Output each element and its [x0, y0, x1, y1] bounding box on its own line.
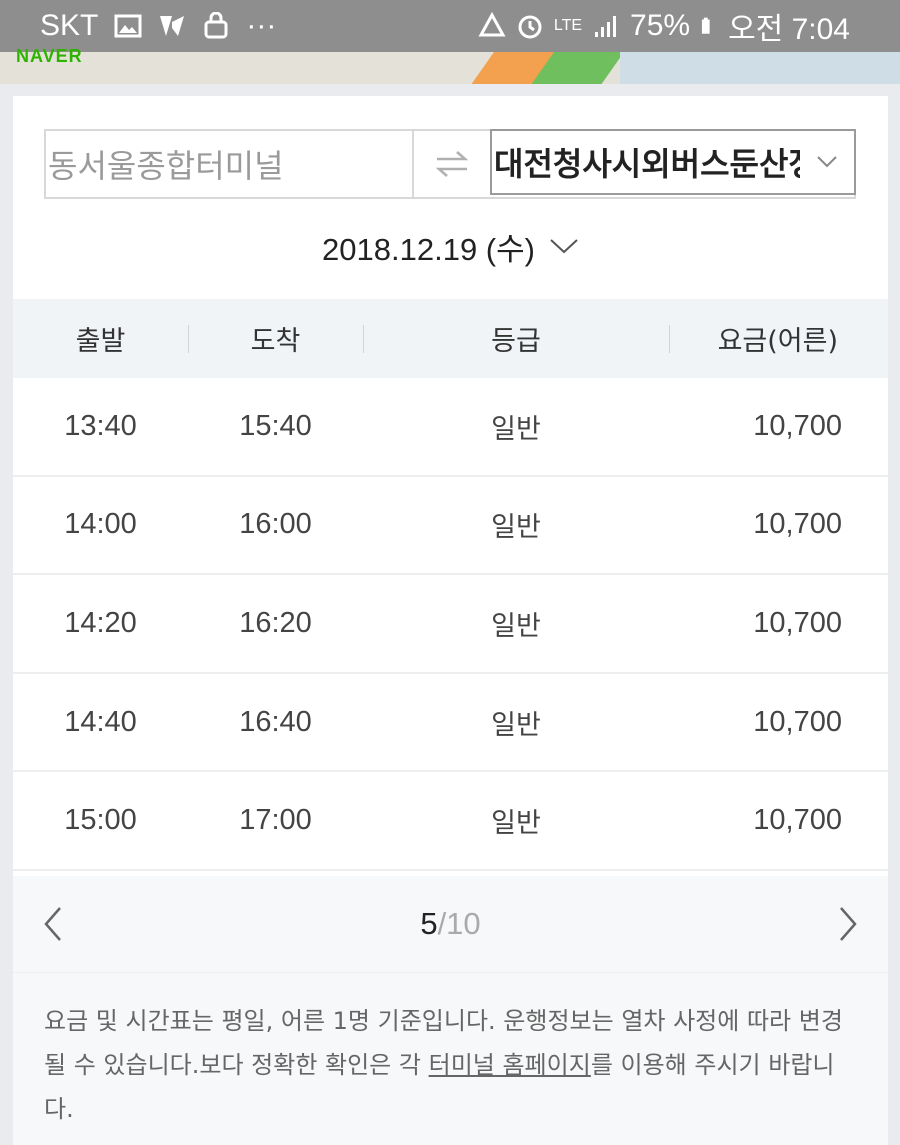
table-row: 14:00 16:00 일반 10,700	[13, 477, 888, 576]
bus-timetable-card: 동서울종합터미널 대전청사시외버스둔산정 2018.12.19 (수) 출발 도…	[13, 96, 888, 1145]
chevron-left-icon	[44, 907, 61, 941]
arrival-terminal-value: 대전청사시외버스둔산정	[494, 145, 800, 183]
header-arrival: 도착	[188, 299, 363, 378]
arrival-time: 17:00	[239, 804, 312, 837]
page-indicator: 5/10	[93, 906, 808, 942]
header-grade: 등급	[363, 299, 669, 378]
table-header: 출발 도착 등급 요금(어른)	[13, 299, 888, 378]
table-row: 13:40 15:40 일반 10,700	[13, 378, 888, 477]
arrival-terminal-select[interactable]: 대전청사시외버스둔산정	[490, 129, 856, 195]
current-page: 5	[420, 906, 438, 941]
alarm-icon	[518, 15, 542, 39]
signal-icon	[595, 16, 617, 37]
clock: 오전 7:04	[728, 13, 850, 46]
more-notifications-icon: ···	[246, 9, 277, 42]
fare: 10,700	[753, 409, 842, 442]
departure-time: 14:40	[64, 705, 137, 738]
data-saver-icon	[478, 12, 506, 37]
departure-time: 13:40	[64, 409, 137, 442]
arrival-time: 16:40	[239, 705, 312, 738]
swap-icon	[435, 151, 469, 177]
battery-percent: 75%	[630, 9, 691, 42]
arrival-time: 15:40	[239, 409, 312, 442]
swap-route-button[interactable]	[414, 131, 490, 197]
departure-terminal-field[interactable]: 동서울종합터미널	[46, 131, 414, 197]
date-selector[interactable]: 2018.12.19 (수)	[13, 224, 888, 268]
table-row: 14:40 16:40 일반 10,700	[13, 674, 888, 773]
status-bar: SKT ··· LTE 75% 오전 7:04	[0, 0, 900, 52]
pagination: 5/10	[13, 876, 888, 972]
timetable-notice: 요금 및 시간표는 평일, 어른 1명 기준입니다. 운행정보는 열차 사정에 …	[13, 972, 888, 1145]
header-arrival-label: 도착	[250, 326, 301, 357]
fare: 10,700	[753, 804, 842, 837]
column-divider	[188, 325, 189, 353]
route-selector: 동서울종합터미널 대전청사시외버스둔산정	[44, 129, 856, 199]
header-fare: 요금(어른)	[669, 299, 888, 378]
arrival-time: 16:20	[239, 606, 312, 639]
bus-grade: 일반	[491, 512, 541, 544]
departure-time: 14:20	[64, 606, 137, 639]
battery-icon	[701, 17, 710, 34]
header-departure: 출발	[75, 326, 126, 357]
table-row: 15:00 17:00 일반 10,700	[13, 772, 888, 871]
v3-app-icon	[160, 16, 185, 36]
timetable-rows: 13:40 15:40 일반 10,700 14:00 16:00 일반 10,…	[13, 378, 888, 871]
bus-grade: 일반	[491, 610, 541, 642]
column-divider	[669, 325, 670, 353]
header-grade-label: 등급	[491, 326, 541, 357]
terminal-homepage-link[interactable]: 터미널 홈페이지	[429, 1051, 591, 1079]
total-pages: /10	[437, 906, 481, 941]
chevron-down-icon	[800, 155, 854, 169]
previous-page-button[interactable]	[13, 876, 93, 972]
table-row: 14:20 16:20 일반 10,700	[13, 575, 888, 674]
shopping-bag-icon	[204, 12, 228, 39]
departure-time: 15:00	[64, 804, 137, 837]
carrier-label: SKT	[40, 9, 99, 42]
naver-logo: NAVER	[16, 46, 83, 66]
header-fare-label: 요금(어른)	[717, 326, 838, 357]
chevron-down-icon	[550, 239, 578, 254]
selected-date: 2018.12.19 (수)	[322, 231, 535, 267]
fare: 10,700	[753, 508, 842, 541]
chevron-right-icon	[840, 907, 857, 941]
departure-time: 14:00	[64, 508, 137, 541]
arrival-time: 16:00	[239, 508, 312, 541]
gallery-icon	[114, 14, 142, 38]
fare: 10,700	[753, 705, 842, 738]
column-divider	[363, 325, 364, 353]
map-water	[620, 52, 900, 84]
next-page-button[interactable]	[808, 876, 888, 972]
network-type-label: LTE	[553, 17, 583, 34]
bus-grade: 일반	[491, 709, 541, 741]
bus-grade: 일반	[491, 413, 541, 445]
map-view[interactable]	[0, 52, 900, 84]
fare: 10,700	[753, 606, 842, 639]
bus-grade: 일반	[491, 808, 541, 840]
